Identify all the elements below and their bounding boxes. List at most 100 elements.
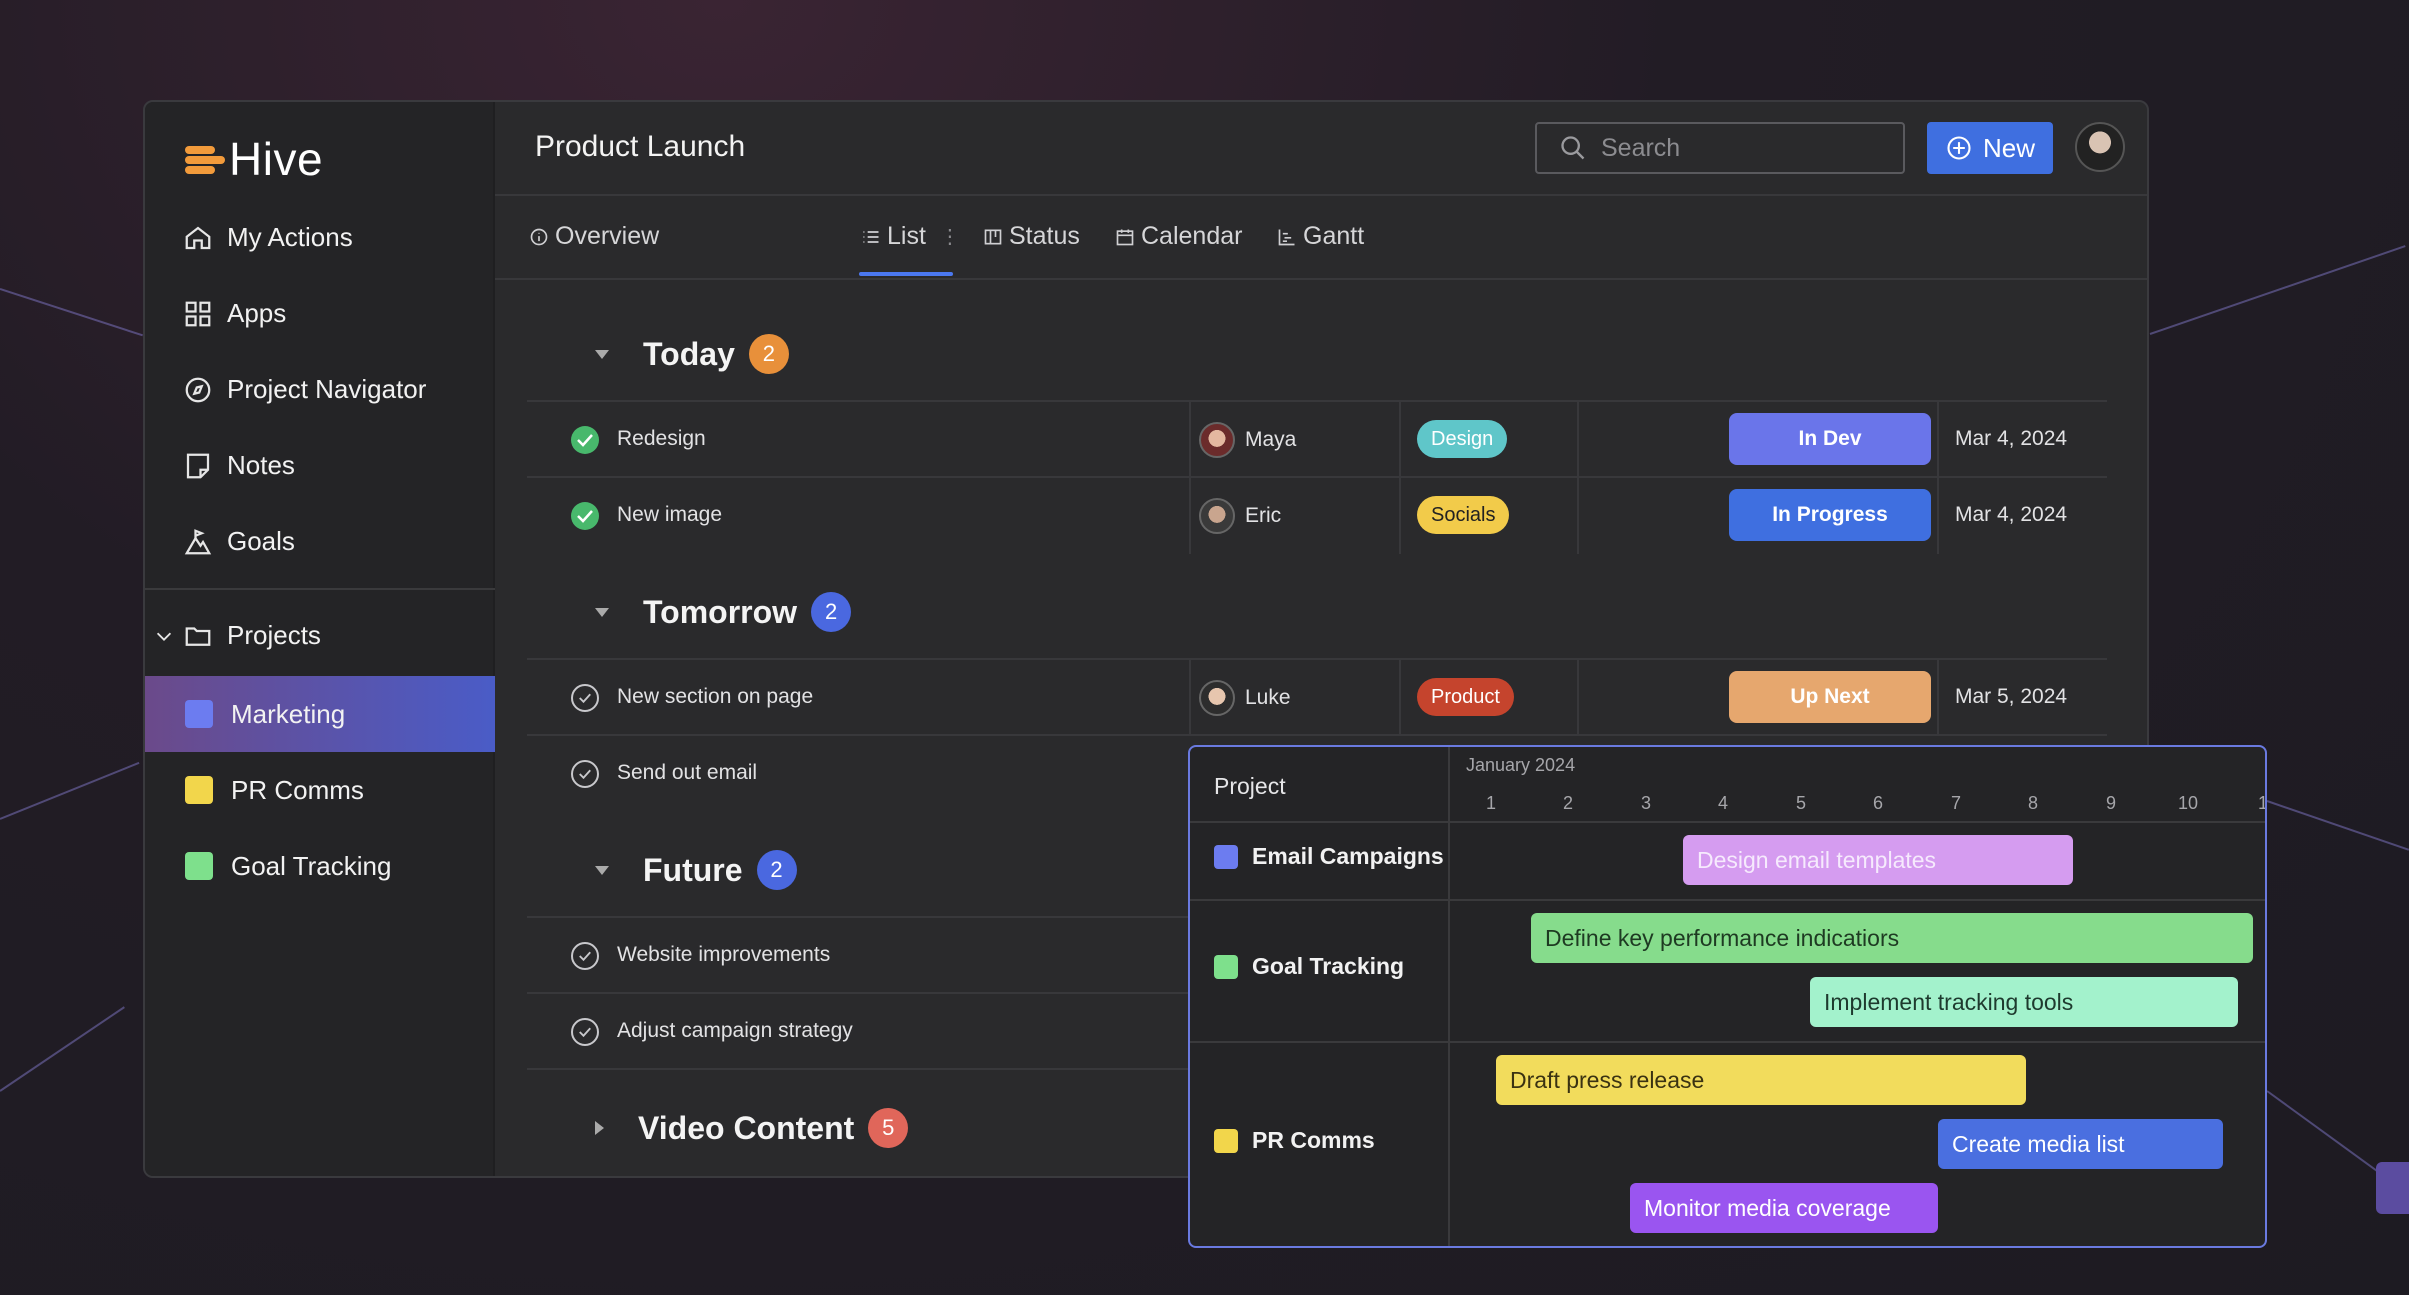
gantt-task-bar[interactable]: Draft press release [1496, 1055, 2026, 1105]
chevron-down-icon [156, 632, 172, 641]
incomplete-check-icon[interactable] [571, 760, 599, 788]
search-input[interactable] [1601, 133, 1891, 163]
gantt-project-pr-comms[interactable]: PR Comms [1214, 1127, 1375, 1154]
completed-check-icon[interactable] [571, 426, 599, 454]
hive-logo[interactable]: Hive [185, 132, 323, 186]
gantt-day-label: 1 [1486, 793, 1497, 813]
gantt-day-label: 5 [1796, 793, 1807, 813]
tab-calendar[interactable]: Calendar [1115, 222, 1242, 251]
sidebar-project-goal-tracking[interactable]: Goal Tracking [145, 828, 495, 904]
sidebar-item-label: Project Navigator [227, 374, 427, 404]
plus-circle-icon [1947, 136, 1971, 160]
tab-list[interactable]: List ⋮ [861, 222, 960, 251]
task-title[interactable]: Send out email [617, 761, 757, 785]
projects-section-toggle[interactable]: Projects [153, 620, 321, 651]
assignee[interactable]: Maya [1199, 422, 1296, 458]
due-date[interactable]: Mar 4, 2024 [1955, 503, 2067, 527]
task-title[interactable]: Adjust campaign strategy [617, 1019, 853, 1043]
gantt-task-bar[interactable]: Monitor media coverage [1630, 1183, 1938, 1233]
status-badge[interactable]: In Progress [1729, 489, 1931, 541]
due-date[interactable]: Mar 5, 2024 [1955, 685, 2067, 709]
group-count-badge: 2 [811, 592, 852, 632]
group-tomorrow-header[interactable]: Tomorrow 2 [595, 592, 852, 632]
gantt-project-goal-tracking[interactable]: Goal Tracking [1214, 953, 1404, 980]
cell-divider [1189, 402, 1191, 478]
gantt-task-bar[interactable]: Define key performance indicatiors [1531, 913, 2253, 963]
task-row[interactable]: New section on page Luke Product Up Next… [527, 658, 2107, 736]
group-title: Tomorrow [643, 593, 798, 630]
due-date[interactable]: Mar 4, 2024 [1955, 427, 2067, 451]
more-options-icon[interactable]: ⋮ [940, 224, 960, 249]
background-line [0, 288, 143, 337]
gantt-project-column [1190, 747, 1450, 1246]
tag-badge[interactable]: Product [1417, 678, 1514, 716]
new-button-label: New [1982, 132, 2035, 163]
incomplete-check-icon[interactable] [571, 1018, 599, 1046]
assignee[interactable]: Luke [1199, 680, 1291, 716]
tab-overview[interactable]: Overview [529, 222, 659, 251]
compass-icon [185, 377, 211, 402]
search-icon [1561, 136, 1585, 160]
sidebar-item-project-navigator[interactable]: Project Navigator [183, 374, 426, 405]
user-avatar[interactable] [2075, 122, 2125, 172]
cell-divider [1577, 402, 1579, 478]
new-button[interactable]: New [1927, 122, 2053, 174]
group-title: Today [643, 335, 735, 372]
task-row[interactable]: New image Eric Socials In Progress Mar 4… [527, 476, 2107, 554]
apps-grid-icon [185, 301, 211, 326]
sidebar-item-apps[interactable]: Apps [183, 298, 286, 329]
search-box[interactable] [1535, 122, 1905, 174]
expand-caret-icon[interactable] [595, 1121, 604, 1135]
group-title: Video Content [638, 1109, 855, 1146]
gantt-task-bar[interactable]: Implement tracking tools [1810, 977, 2238, 1027]
gantt-day-label: 4 [1718, 793, 1729, 813]
task-row[interactable]: Redesign Maya Design In Dev Mar 4, 2024 [527, 400, 2107, 478]
status-badge[interactable]: In Dev [1729, 413, 1931, 465]
assignee-name: Eric [1245, 504, 1282, 527]
collapse-caret-icon[interactable] [595, 865, 609, 875]
group-today-header[interactable]: Today 2 [595, 334, 789, 374]
status-badge[interactable]: Up Next [1729, 671, 1931, 723]
tab-gantt[interactable]: Gantt [1277, 222, 1364, 251]
assignee[interactable]: Eric [1199, 498, 1281, 534]
gantt-task-bar[interactable]: Create media list [1938, 1119, 2223, 1169]
collapse-caret-icon[interactable] [595, 607, 609, 617]
sidebar-item-my-actions[interactable]: My Actions [183, 222, 353, 253]
sidebar: Hive My Actions Apps Project Navigator N… [145, 102, 495, 1176]
task-title[interactable]: Website improvements [617, 943, 830, 967]
cell-divider [1399, 660, 1401, 736]
incomplete-check-icon[interactable] [571, 942, 599, 970]
completed-check-icon[interactable] [571, 502, 599, 530]
background-line [2266, 800, 2409, 851]
incomplete-check-icon[interactable] [571, 684, 599, 712]
task-title[interactable]: New image [617, 503, 722, 527]
tab-status[interactable]: Status [983, 222, 1080, 251]
gantt-row-divider [1190, 899, 2265, 901]
avatar [1199, 498, 1235, 534]
task-title[interactable]: New section on page [617, 685, 813, 709]
cell-divider [1399, 402, 1401, 478]
sidebar-project-pr-comms[interactable]: PR Comms [145, 752, 495, 828]
gantt-day-label: 3 [1641, 793, 1652, 813]
group-video-content-header[interactable]: Video Content 5 [595, 1108, 909, 1148]
goals-icon [184, 528, 212, 554]
tag-badge[interactable]: Socials [1417, 496, 1510, 534]
sidebar-project-marketing[interactable]: Marketing [145, 676, 495, 752]
sidebar-item-notes[interactable]: Notes [183, 450, 295, 481]
project-color-swatch [185, 852, 213, 880]
gantt-task-bar[interactable]: Design email templates [1683, 835, 2073, 885]
project-color-swatch [1214, 954, 1238, 979]
folder-icon [185, 626, 211, 646]
gantt-project-email-campaigns[interactable]: Email Campaigns [1214, 843, 1444, 870]
page-title: Product Launch [535, 130, 746, 163]
sidebar-item-goals[interactable]: Goals [183, 526, 295, 557]
project-color-swatch [1214, 1128, 1238, 1153]
tag-badge[interactable]: Design [1417, 420, 1508, 458]
project-color-swatch [1214, 844, 1238, 869]
group-future-header[interactable]: Future 2 [595, 850, 797, 890]
assignee-name: Luke [1245, 686, 1291, 709]
gantt-project-label: Goal Tracking [1252, 953, 1405, 979]
collapse-caret-icon[interactable] [595, 349, 609, 359]
task-title[interactable]: Redesign [617, 427, 706, 451]
edge-floating-button[interactable] [2376, 1162, 2409, 1214]
